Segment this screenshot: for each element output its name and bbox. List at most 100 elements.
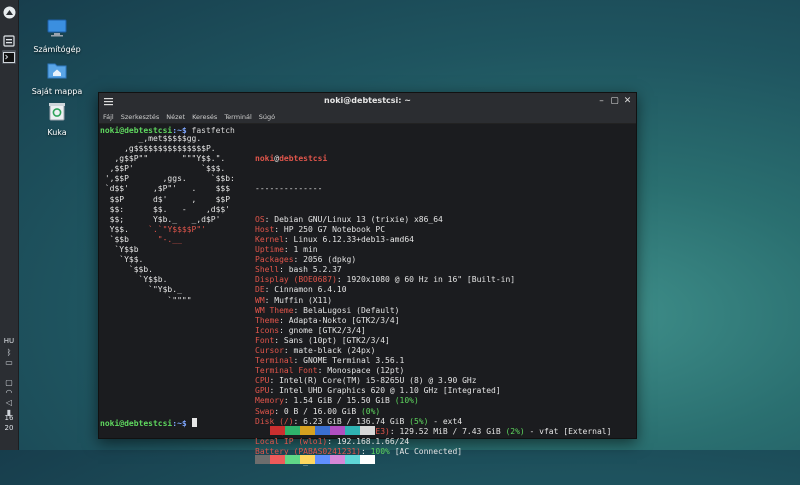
files-launcher[interactable] — [2, 34, 16, 48]
color-swatch — [285, 426, 300, 436]
info-row: WM Theme: BelaLugosi (Default) — [255, 306, 611, 316]
info-row: Kernel: Linux 6.12.33+deb13-amd64 — [255, 235, 611, 245]
color-swatch — [285, 455, 300, 465]
minimize-button[interactable]: – — [596, 96, 607, 107]
color-palette — [255, 406, 375, 485]
logo-line: `$$b. — [100, 265, 235, 275]
header-host: debtestcsi — [279, 154, 328, 164]
info-separator: -------------- — [255, 184, 323, 194]
desktop-icon-trash[interactable]: Kuka — [22, 100, 92, 137]
info-value: : Muffin (X11) — [264, 295, 333, 305]
color-swatch — [360, 426, 375, 436]
terminal-taskbar-button[interactable] — [2, 50, 16, 64]
debian-ascii-logo: _,met$$$$$gg. ,g$$$$$$$$$$$$$$$P. ,g$$P"… — [100, 134, 235, 306]
info-key: Cursor — [255, 345, 284, 355]
left-panel: HU ᛒ ▭ ▢ ◠ ◁ ▮ 16 20 — [0, 0, 19, 450]
desktop-icon-home[interactable]: Saját mappa — [22, 59, 92, 96]
menu-help[interactable]: Súgó — [259, 113, 275, 121]
info-value: : Intel UHD Graphics 620 @ 1.10 GHz [Int… — [269, 386, 501, 396]
color-swatch — [270, 455, 285, 465]
logo-line: ,g$$P"" """Y$$.". — [100, 154, 235, 164]
info-value: : 129.52 MiB / 7.43 GiB — [389, 426, 506, 436]
info-row: Shell: bash 5.2.37 — [255, 265, 611, 275]
window-title: noki@debtestcsi: ~ — [324, 96, 411, 105]
menu-search[interactable]: Keresés — [192, 113, 217, 121]
logo-line: _,met$$$$$gg. — [100, 134, 235, 144]
info-value: : HP 250 G7 Notebook PC — [274, 224, 386, 234]
color-swatch — [300, 426, 315, 436]
clock-hour[interactable]: 16 — [0, 414, 18, 422]
logo-text: $$: $$. - ,d$$' — [100, 204, 231, 214]
info-suffix: - ext4 — [428, 416, 463, 426]
terminal-window[interactable]: noki@debtestcsi: ~ – ▢ ✕ Fájl Szerkeszté… — [98, 92, 637, 466]
info-value: : GNOME Terminal 3.56.1 — [293, 356, 405, 366]
bluetooth-icon[interactable]: ᛒ — [4, 348, 14, 358]
info-row: OS: Debian GNU/Linux 13 (trixie) x86_64 — [255, 215, 611, 225]
info-value: : Sans (10pt) [GTK2/3/4] — [274, 335, 390, 345]
color-swatch — [330, 426, 345, 436]
color-swatch — [345, 426, 360, 436]
logo-text-accent: "-.__ — [157, 234, 182, 244]
info-value: : Debian GNU/Linux 13 (trixie) x86_64 — [264, 214, 443, 224]
info-row: Icons: gnome [GTK2/3/4] — [255, 326, 611, 336]
info-row: Display (BOE0687): 1920x1080 @ 60 Hz in … — [255, 275, 611, 285]
logo-text: `"Y$b._ — [100, 285, 182, 295]
desktop-icon-computer[interactable]: Számítógép — [22, 17, 92, 54]
final-prompt: noki@debtestcsi:~$ — [100, 418, 197, 429]
info-row: Host: HP 250 G7 Notebook PC — [255, 225, 611, 235]
info-row: Terminal: GNOME Terminal 3.56.1 — [255, 356, 611, 366]
logo-line: `$$b "-.__ — [100, 235, 235, 245]
file-manager-icon — [3, 35, 15, 47]
desktop-icon-label: Számítógép — [33, 45, 81, 54]
info-value: : 1920x1080 @ 60 Hz in 16" [Built-in] — [336, 275, 516, 285]
volume-icon[interactable]: ◁ — [4, 398, 14, 408]
keyboard-layout-indicator[interactable]: HU — [0, 337, 18, 345]
menu-file[interactable]: Fájl — [103, 113, 114, 121]
display-icon[interactable]: ▢ — [4, 378, 14, 388]
menu-view[interactable]: Nézet — [166, 113, 185, 121]
menu-button[interactable] — [2, 5, 16, 19]
clock-minute[interactable]: 20 — [0, 424, 18, 432]
logo-text: `Y$$b. — [100, 275, 168, 285]
network-wifi-icon[interactable]: ◠ — [4, 388, 14, 398]
info-value: : 2056 (dpkg) — [293, 255, 357, 265]
info-key: OS — [255, 214, 265, 224]
desktop-icon-label: Kuka — [47, 128, 67, 137]
info-suffix: [AC Connected] — [389, 446, 463, 456]
info-key: Font — [255, 335, 275, 345]
logo-line: $$: $$. - ,d$$' — [100, 205, 235, 215]
color-swatch — [255, 455, 270, 465]
info-value: : Cinnamon 6.4.10 — [264, 285, 347, 295]
maximize-button[interactable]: ▢ — [609, 96, 620, 107]
logo-text: ,$$P' `$$$. — [100, 164, 226, 174]
color-swatch — [330, 455, 345, 465]
info-row: Packages: 2056 (dpkg) — [255, 255, 611, 265]
logo-text: `Y$$b — [100, 245, 139, 255]
close-button[interactable]: ✕ — [622, 96, 633, 107]
desktop-icon-label: Saját mappa — [31, 87, 83, 96]
info-percent: (2%) — [505, 426, 525, 436]
info-header: noki@debtestcsi — [255, 154, 611, 164]
logo-line: ,$$P' `$$$. — [100, 164, 235, 174]
menu-icon — [3, 6, 15, 18]
logo-line: ',$$P ,ggs. `$$b: — [100, 174, 235, 184]
text-cursor — [191, 418, 197, 427]
info-row: CPU: Intel(R) Core(TM) i5-8265U (8) @ 3.… — [255, 376, 611, 386]
terminal-content[interactable]: noki@debtestcsi:~$ fastfetch _,met$$$$$g… — [99, 124, 636, 466]
prompt-path: :~$ — [172, 419, 192, 428]
info-value: : mate-black (24px) — [283, 345, 376, 355]
logo-text: $$; Y$b._ _,d$P' — [100, 214, 221, 224]
info-percent: (10%) — [394, 396, 419, 406]
title-bar[interactable]: noki@debtestcsi: ~ – ▢ ✕ — [99, 93, 636, 111]
info-key: Display (BOE0687) — [255, 275, 337, 285]
info-key: Memory — [255, 396, 284, 406]
menu-terminal[interactable]: Terminál — [224, 113, 251, 121]
printer-icon[interactable]: ▭ — [4, 358, 14, 368]
info-row: Theme: Adapta-Nokto [GTK2/3/4] — [255, 316, 611, 326]
logo-text: ,g$$P"" """Y$$.". — [100, 154, 226, 164]
logo-text: `Y$$. — [100, 255, 144, 265]
menu-edit[interactable]: Szerkesztés — [121, 113, 159, 121]
logo-line: $$P d$' , $$P — [100, 195, 235, 205]
logo-text: $$P d$' , $$P — [100, 194, 231, 204]
info-key: Terminal — [255, 356, 294, 366]
